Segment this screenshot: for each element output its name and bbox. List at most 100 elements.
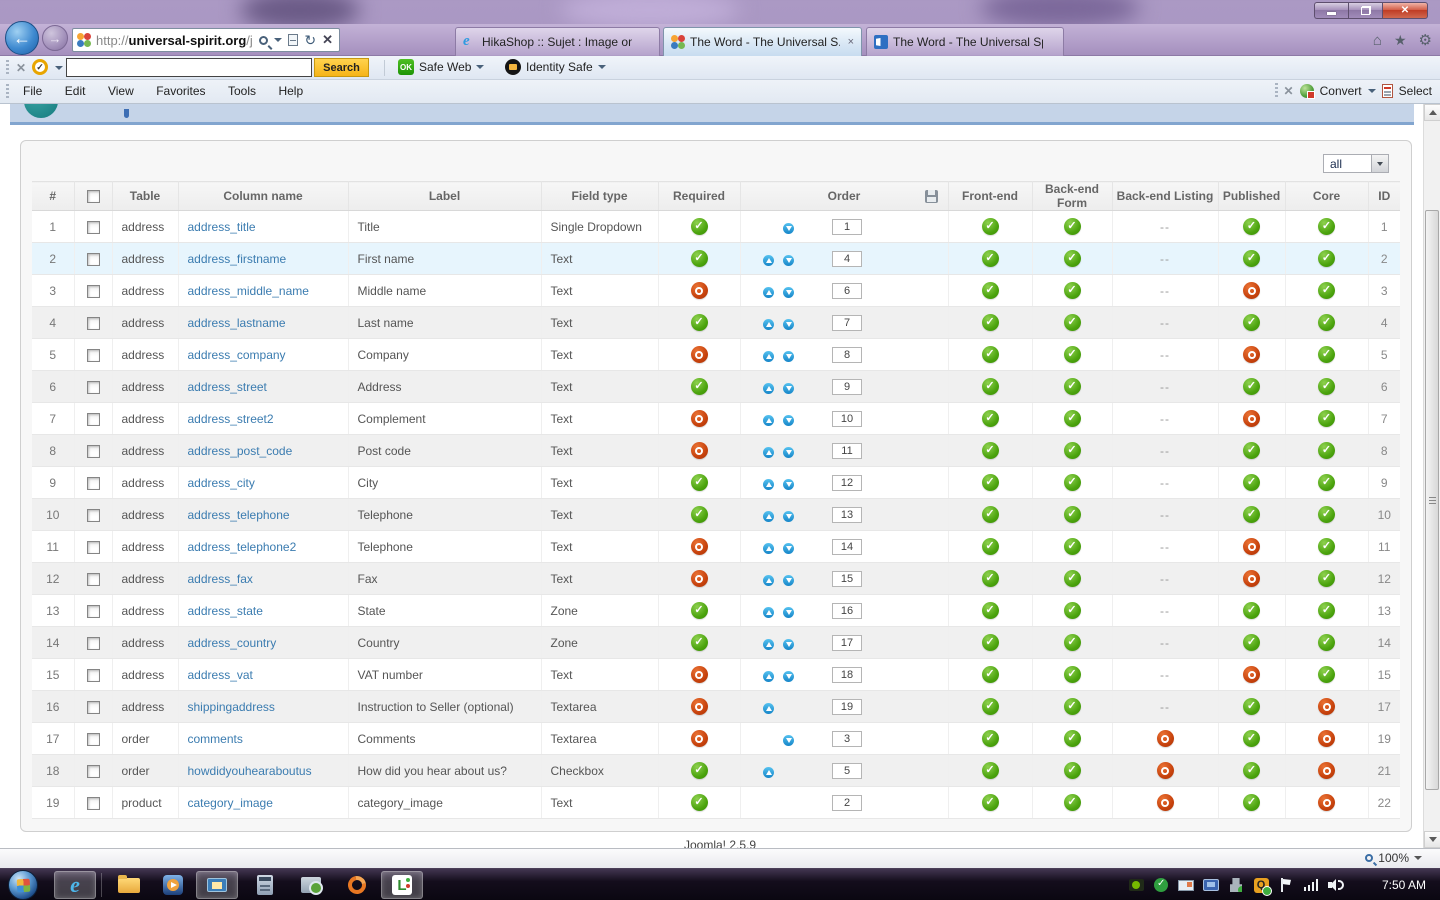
required-enabled-icon[interactable] [691, 794, 708, 811]
scrollbar-thumb[interactable] [1425, 210, 1439, 790]
row-checkbox[interactable] [87, 445, 100, 458]
required-enabled-icon[interactable] [691, 378, 708, 395]
required-disabled-icon[interactable] [691, 442, 708, 459]
backup-tray-icon[interactable] [1153, 877, 1169, 893]
required-enabled-icon[interactable] [691, 250, 708, 267]
column-name-link[interactable]: address_vat [188, 668, 253, 682]
column-name-link[interactable]: address_post_code [188, 444, 293, 458]
favorites-star-icon[interactable]: ★ [1394, 32, 1407, 49]
order-input[interactable] [832, 539, 862, 555]
menu-view[interactable]: View [99, 80, 143, 102]
order-input[interactable] [832, 475, 862, 491]
toolbar-close-icon[interactable]: ✕ [16, 61, 26, 75]
zoom-control[interactable]: 100% [1365, 851, 1422, 865]
taskbar-system-app-button[interactable] [290, 871, 332, 899]
required-disabled-icon[interactable] [691, 698, 708, 715]
published-enabled-icon[interactable] [1243, 730, 1260, 747]
row-checkbox[interactable] [87, 637, 100, 650]
taskbar-calculator-button[interactable] [244, 871, 286, 899]
move-down-icon[interactable] [783, 671, 794, 682]
order-input[interactable] [832, 411, 862, 427]
column-name-link[interactable]: address_street [188, 380, 267, 394]
volume-icon[interactable] [1328, 877, 1344, 893]
address-dropdown-icon[interactable] [274, 38, 282, 42]
row-checkbox[interactable] [87, 797, 100, 810]
order-input[interactable] [832, 347, 862, 363]
select-dropdown-button[interactable] [1371, 155, 1388, 172]
pdf-select-button[interactable]: Select [1399, 84, 1432, 98]
home-icon[interactable]: ⌂ [1373, 32, 1382, 49]
column-name-link[interactable]: address_company [188, 348, 286, 362]
published-disabled-icon[interactable] [1243, 282, 1260, 299]
order-input[interactable] [832, 795, 862, 811]
move-down-icon[interactable] [783, 543, 794, 554]
column-name-link[interactable]: address_lastname [188, 316, 286, 330]
order-input[interactable] [832, 443, 862, 459]
row-checkbox[interactable] [87, 509, 100, 522]
column-name-link[interactable]: address_telephone [188, 508, 290, 522]
move-down-icon[interactable] [783, 223, 794, 234]
column-name-link[interactable]: shippingaddress [188, 700, 275, 714]
search-icon[interactable] [259, 36, 268, 45]
published-enabled-icon[interactable] [1243, 378, 1260, 395]
scroll-down-button[interactable] [1424, 831, 1440, 848]
published-disabled-icon[interactable] [1243, 346, 1260, 363]
order-input[interactable] [832, 635, 862, 651]
compatibility-view-icon[interactable] [288, 34, 298, 46]
order-input[interactable] [832, 763, 862, 779]
move-down-icon[interactable] [783, 639, 794, 650]
column-name-link[interactable]: howdidyouhearaboutus [188, 764, 312, 778]
published-disabled-icon[interactable] [1243, 570, 1260, 587]
browser-tab-the-word-active[interactable]: The Word - The Universal S... × [663, 27, 862, 56]
taskbar-remote-desktop-button[interactable] [196, 871, 238, 899]
column-name-link[interactable]: address_middle_name [188, 284, 309, 298]
page-scrollbar[interactable] [1423, 104, 1440, 848]
published-enabled-icon[interactable] [1243, 218, 1260, 235]
required-disabled-icon[interactable] [691, 730, 708, 747]
required-enabled-icon[interactable] [691, 506, 708, 523]
start-button[interactable] [8, 870, 38, 900]
order-input[interactable] [832, 507, 862, 523]
move-up-icon[interactable] [763, 415, 774, 426]
row-checkbox[interactable] [87, 541, 100, 554]
refresh-icon[interactable]: ↻ [304, 34, 316, 46]
required-enabled-icon[interactable] [691, 218, 708, 235]
required-enabled-icon[interactable] [691, 762, 708, 779]
move-up-icon[interactable] [763, 767, 774, 778]
published-enabled-icon[interactable] [1243, 634, 1260, 651]
row-checkbox[interactable] [87, 253, 100, 266]
move-down-icon[interactable] [783, 735, 794, 746]
menu-file[interactable]: File [14, 80, 51, 102]
required-enabled-icon[interactable] [691, 634, 708, 651]
required-disabled-icon[interactable] [691, 570, 708, 587]
order-input[interactable] [832, 667, 862, 683]
norton-search-button[interactable]: Search [314, 58, 369, 77]
stop-icon[interactable]: ✕ [322, 32, 333, 48]
published-enabled-icon[interactable] [1243, 602, 1260, 619]
action-center-flag-icon[interactable] [1278, 877, 1294, 893]
move-up-icon[interactable] [763, 639, 774, 650]
move-up-icon[interactable] [763, 607, 774, 618]
row-checkbox[interactable] [87, 765, 100, 778]
mail-tray-icon[interactable] [1178, 877, 1194, 893]
safe-web-button[interactable]: OK Safe Web [398, 59, 484, 75]
menu-tools[interactable]: Tools [219, 80, 265, 102]
browser-tab-hikashop[interactable]: e HikaShop :: Sujet : Image on pr... [455, 27, 660, 56]
required-disabled-icon[interactable] [691, 282, 708, 299]
settings-gear-icon[interactable]: ⚙ [1419, 31, 1432, 49]
minimize-button[interactable] [1314, 2, 1348, 19]
move-down-icon[interactable] [783, 383, 794, 394]
order-input[interactable] [832, 379, 862, 395]
published-disabled-icon[interactable] [1243, 666, 1260, 683]
menu-favorites[interactable]: Favorites [147, 80, 214, 102]
row-checkbox[interactable] [87, 573, 100, 586]
pdf-convert-dropdown-icon[interactable] [1368, 89, 1376, 93]
published-enabled-icon[interactable] [1243, 506, 1260, 523]
norton-icon[interactable]: ✓ [32, 59, 48, 75]
row-checkbox[interactable] [87, 413, 100, 426]
row-checkbox[interactable] [87, 317, 100, 330]
forward-button[interactable]: → [42, 25, 68, 51]
required-disabled-icon[interactable] [691, 666, 708, 683]
order-input[interactable] [832, 251, 862, 267]
move-up-icon[interactable] [763, 671, 774, 682]
